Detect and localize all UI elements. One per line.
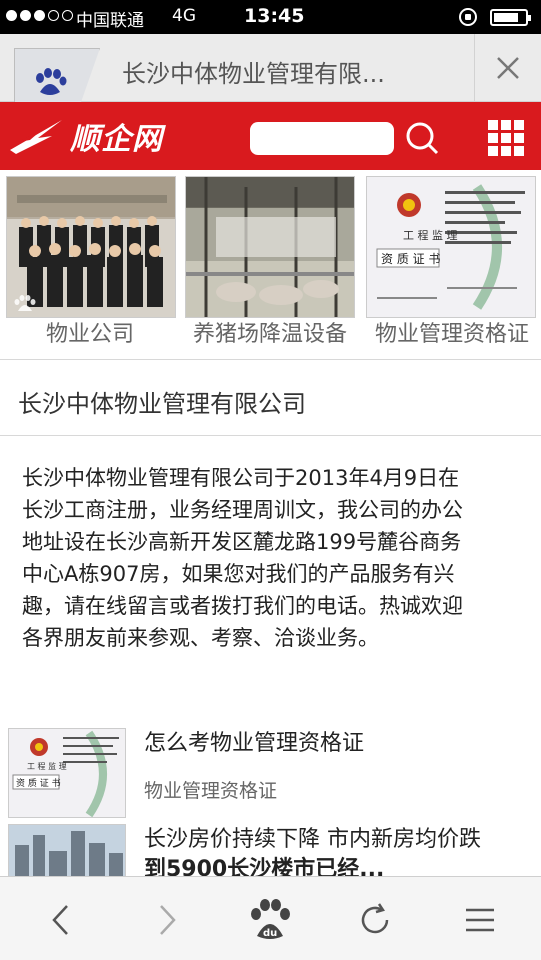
certificate-title-text: 资 质 证 书 [16,777,61,789]
description-line: 长沙中体物业管理有限公司于2013年4月9日在 [22,466,460,490]
category-image-cooling-equipment[interactable] [185,176,355,318]
logo-swoosh-icon [10,120,62,154]
back-button[interactable] [36,895,86,945]
article-title[interactable]: 到5900长沙楼市已经... [144,854,384,876]
browser-title-bar: 长沙中体物业管理有限... [0,34,541,102]
status-bar: 中国联通 4G 13:45 [0,0,541,34]
certificate-image: 工 程 监 理 资 质 证 书 [12,730,119,817]
article-subtitle: 物业管理资格证 [144,780,278,802]
forward-button[interactable] [142,895,192,945]
network-type: 4G [172,6,196,26]
category-caption[interactable]: 物业公司 [0,316,180,348]
close-tab-button[interactable] [474,34,541,102]
signal-strength-icon [6,10,73,21]
certificate-title-text: 资 质 证 书 [381,252,440,266]
company-name-heading: 长沙中体物业管理有限公司 [18,390,306,418]
menu-button[interactable] [455,895,505,945]
close-icon [497,57,519,79]
search-icon[interactable] [404,120,440,156]
menu-grid-icon[interactable] [488,120,524,156]
certificate-small-text: 工 程 监 理 [403,229,458,242]
category-caption[interactable]: 物业管理资格证 [362,316,541,348]
baidu-home-button[interactable]: du [245,895,295,945]
baidu-du-label: du [263,928,277,939]
carrier-name: 中国联通 [76,11,144,31]
list-item[interactable]: 长沙房价持续下降 市内新房均价跌 到5900长沙楼市已经... [0,824,541,876]
company-section-header: 长沙中体物业管理有限公司 [0,364,541,436]
article-title[interactable]: 怎么考物业管理资格证 [144,728,364,760]
article-title[interactable]: 长沙房价持续下降 市内新房均价跌 [144,824,481,856]
rotation-lock-icon [459,8,477,26]
refresh-button[interactable] [350,895,400,945]
refresh-icon [361,903,389,934]
battery-icon [490,9,531,26]
description-line: 地址设在长沙高新开发区麓龙路199号麓谷商务 [22,530,462,554]
city-skyline-image [9,825,125,876]
description-line: 中心A栋907房，如果您对我们的产品服务有兴 [22,562,455,586]
list-item[interactable]: 工 程 监 理 资 质 证 书 怎么考物业管理资格证 物业管理资格证 [0,726,541,822]
site-header: 顺企网 [0,102,541,170]
article-thumbnail[interactable]: 工 程 监 理 资 质 证 书 [8,728,126,818]
description-line: 长沙工商注册，业务经理周训文，我公司的办公 [22,498,463,522]
category-caption[interactable]: 养猪场降温设备 [180,316,360,348]
baidu-paw-icon: du [251,899,290,939]
group-photo-image [7,177,175,311]
baidu-paw-icon [36,68,67,95]
category-image-qualification-cert[interactable]: 工 程 监 理 资 质 证 书 [366,176,536,318]
clock: 13:45 [244,5,305,27]
logo-text: 顺企网 [70,122,163,157]
company-description: 长沙中体物业管理有限公司于2013年4月9日在 长沙工商注册，业务经理周训文，我… [22,462,522,654]
forward-icon [160,905,176,935]
certificate-image: 工 程 监 理 资 质 证 书 [367,177,535,317]
category-image-property-company[interactable] [6,176,176,318]
page-title: 长沙中体物业管理有限... [122,60,385,88]
category-image-row: 工 程 监 理 资 质 证 书 物业公司 养猪场降温设备 物业管理资格证 [0,170,541,360]
description-line: 趣，请在线留言或者拨打我们的电话。热诚欢迎 [22,594,463,618]
site-logo[interactable]: 顺企网 [8,114,163,158]
pig-farm-image [186,177,354,317]
search-input[interactable] [250,122,394,155]
menu-icon [466,908,494,932]
description-line: 各界朋友前来参观、考察、洽谈业务。 [22,626,379,650]
back-icon [52,905,68,935]
certificate-small-text: 工 程 监 理 [27,761,67,771]
article-thumbnail[interactable] [8,824,126,876]
browser-toolbar: du [0,876,541,960]
